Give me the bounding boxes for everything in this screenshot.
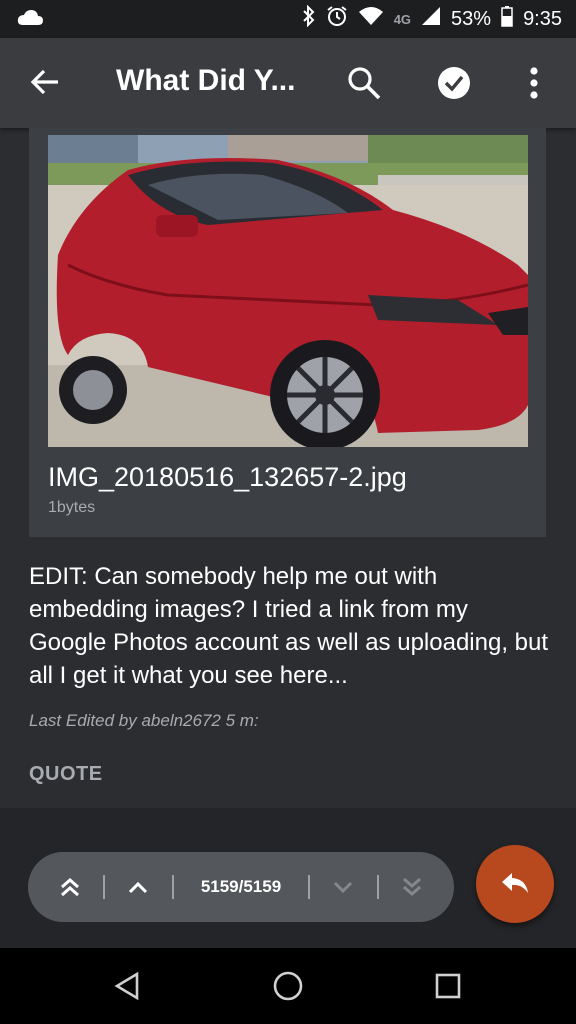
next-page-button[interactable] <box>325 852 361 922</box>
quote-button[interactable]: QUOTE <box>29 763 103 786</box>
network-type: 4G <box>393 11 412 27</box>
page-counter[interactable]: 5159/5159 <box>198 852 284 922</box>
more-vert-icon[interactable] <box>528 65 540 106</box>
reply-button[interactable] <box>476 845 554 923</box>
previous-page-button[interactable] <box>120 852 156 922</box>
last-page-button[interactable] <box>394 852 430 922</box>
battery-percent: 53% <box>451 7 492 30</box>
post-pager: 5159/5159 <box>28 852 454 922</box>
triangle-back-icon <box>114 971 139 1001</box>
system-nav-bar <box>0 948 576 1024</box>
post-body-text: EDIT: Can somebody help me out with embe… <box>29 563 549 689</box>
attachment-filename[interactable]: IMG_20180516_132657-2.jpg <box>48 462 407 493</box>
nav-recents-button[interactable] <box>418 948 478 1024</box>
search-icon[interactable] <box>347 66 381 105</box>
attachment-image[interactable] <box>48 135 528 447</box>
app-bar: What Did Y... <box>0 38 576 128</box>
battery-icon <box>501 5 513 33</box>
signal-icon <box>421 6 441 32</box>
pager-divider <box>172 875 174 899</box>
page-title: What Did Y... <box>116 64 296 97</box>
check-circle-icon[interactable] <box>437 66 471 105</box>
bluetooth-icon <box>302 4 316 33</box>
status-bar: 4G 53% 9:35 <box>0 0 576 38</box>
last-edited-note: Last Edited by abeln2672 5 m: <box>29 711 259 730</box>
cloud-icon <box>16 7 44 34</box>
double-chevron-up-icon <box>61 878 79 897</box>
square-recents-icon <box>435 973 461 999</box>
attachment-card[interactable]: IMG_20180516_132657-2.jpg 1bytes <box>29 128 546 537</box>
pager-divider <box>308 875 310 899</box>
nav-home-button[interactable] <box>258 948 318 1024</box>
alarm-icon <box>326 5 348 33</box>
wifi-icon <box>358 6 384 32</box>
pager-divider <box>103 875 105 899</box>
back-arrow-icon[interactable] <box>30 68 60 101</box>
clock: 9:35 <box>523 7 562 30</box>
first-page-button[interactable] <box>52 852 88 922</box>
pager-divider <box>377 875 379 899</box>
chevron-down-icon <box>333 881 353 894</box>
circle-home-icon <box>273 971 303 1001</box>
reply-icon <box>502 873 528 893</box>
chevron-up-icon <box>128 881 148 894</box>
attachment-filesize: 1bytes <box>48 499 96 516</box>
double-chevron-down-icon <box>403 877 421 896</box>
nav-back-button[interactable] <box>98 948 158 1024</box>
